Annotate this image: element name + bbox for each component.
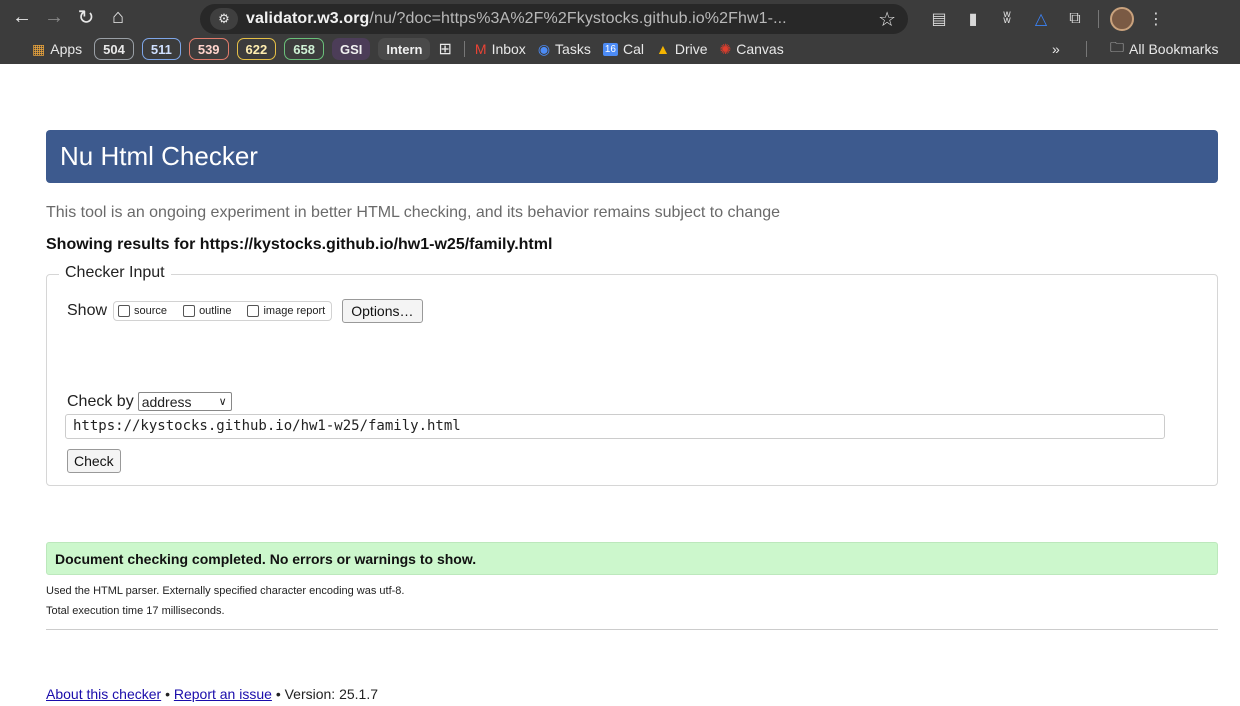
bookmark-apps-label: Apps bbox=[50, 41, 83, 57]
address-text[interactable]: validator.w3.org/nu/?doc=https%3A%2F%2Fk… bbox=[246, 10, 870, 28]
gmail-icon: M bbox=[474, 41, 487, 57]
extensions-puzzle-icon[interactable]: ⧉ bbox=[1058, 5, 1092, 33]
intro-text: This tool is an ongoing experiment in be… bbox=[46, 204, 781, 221]
outline-checkbox[interactable]: outline bbox=[183, 305, 231, 317]
reader-mode-icon[interactable]: ▤ bbox=[922, 5, 956, 33]
page-content: Nu Html Checker This tool is an ongoing … bbox=[46, 104, 1218, 702]
bookmark-apps[interactable]: ▦ Apps bbox=[32, 41, 82, 58]
extension-doc-icon[interactable]: ▮ bbox=[956, 5, 990, 33]
image-report-checkbox-box[interactable] bbox=[247, 305, 260, 317]
bookmark-inbox-label: Inbox bbox=[491, 41, 526, 57]
report-issue-link[interactable]: Report an issue bbox=[174, 686, 272, 702]
page-title: Nu Html Checker bbox=[46, 130, 1218, 183]
bookmarks-overflow[interactable]: » bbox=[1052, 41, 1060, 57]
canvas-icon: ✺ bbox=[719, 40, 732, 57]
toolbar: ← → ↻ ⌂ ⚙ validator.w3.org/nu/?doc=https… bbox=[0, 0, 1240, 34]
show-label: Show bbox=[67, 302, 108, 319]
extensions-area: ▤ ▮ ʬ △ ⧉ ⋮ bbox=[922, 4, 1173, 34]
check-by-row: Check by address ∨ bbox=[67, 392, 232, 411]
forward-button[interactable]: → bbox=[38, 1, 70, 33]
checker-input-fieldset: Checker Input Show source outline image … bbox=[46, 264, 1218, 486]
bookmark-511[interactable]: 511 bbox=[141, 38, 181, 60]
about-link[interactable]: About this checker bbox=[46, 686, 161, 702]
browser-chrome: ← → ↻ ⌂ ⚙ validator.w3.org/nu/?doc=https… bbox=[0, 0, 1240, 64]
check-by-label: Check by bbox=[67, 392, 134, 410]
bookmark-intern[interactable]: Intern bbox=[378, 38, 431, 60]
show-options-row: Show source outline image report Options… bbox=[67, 299, 423, 323]
outline-checkbox-label: outline bbox=[199, 305, 232, 317]
bookmark-canvas[interactable]: ✺ Canvas bbox=[720, 41, 784, 58]
all-bookmarks-label: All Bookmarks bbox=[1129, 41, 1219, 57]
bookmarks-bar: ▦ Apps 504 511 539 622 658 GSI Intern ⊞ … bbox=[0, 34, 1240, 64]
results-heading: Showing results for https://kystocks.git… bbox=[46, 236, 553, 253]
source-checkbox-label: source bbox=[134, 305, 168, 317]
url-input[interactable]: https://kystocks.github.io/hw1-w25/famil… bbox=[65, 414, 1165, 439]
folder-icon: 🗀 bbox=[1110, 39, 1124, 55]
check-button[interactable]: Check bbox=[67, 449, 121, 473]
show-options-group: source outline image report bbox=[113, 301, 333, 321]
bookmark-star-icon[interactable]: ☆ bbox=[878, 7, 896, 32]
checker-input-legend: Checker Input bbox=[59, 264, 171, 282]
image-report-checkbox-label: image report bbox=[263, 305, 326, 317]
home-button[interactable]: ⌂ bbox=[102, 1, 134, 33]
bookmark-tasks[interactable]: ◉ Tasks bbox=[538, 41, 591, 58]
source-checkbox[interactable]: source bbox=[118, 305, 167, 317]
bookmark-658[interactable]: 658 bbox=[284, 38, 324, 60]
options-button[interactable]: Options… bbox=[342, 299, 423, 323]
parser-note: Used the HTML parser. Externally specifi… bbox=[46, 585, 405, 597]
version-text: Version: 25.1.7 bbox=[284, 686, 379, 702]
menu-kebab-icon[interactable]: ⋮ bbox=[1139, 5, 1173, 33]
bookmark-539[interactable]: 539 bbox=[188, 38, 229, 60]
bookmark-drive-label: Drive bbox=[674, 41, 708, 57]
apps-grid-icon: ▦ bbox=[32, 40, 46, 57]
source-checkbox-box[interactable] bbox=[118, 305, 131, 317]
bookmark-grid[interactable]: ⊞ bbox=[438, 39, 451, 59]
address-bar[interactable]: ⚙ validator.w3.org/nu/?doc=https%3A%2F%2… bbox=[200, 4, 908, 34]
chevron-down-icon: ∨ bbox=[218, 396, 227, 408]
url-host: validator.w3.org bbox=[246, 10, 370, 27]
bookmark-all-bookmarks[interactable]: 🗀 All Bookmarks bbox=[1110, 37, 1218, 61]
check-by-select[interactable]: address ∨ bbox=[137, 392, 232, 411]
outline-checkbox-box[interactable] bbox=[183, 305, 196, 317]
overflow-chevron-icon: » bbox=[1052, 41, 1060, 57]
bookmark-gsi[interactable]: GSI bbox=[331, 38, 371, 60]
footer: About this checker • Report an issue • V… bbox=[46, 686, 1218, 702]
drive-icon: ▲ bbox=[655, 41, 670, 57]
grid-icon: ⊞ bbox=[438, 41, 452, 58]
result-success-banner: Document checking completed. No errors o… bbox=[46, 542, 1218, 575]
reload-button[interactable]: ↻ bbox=[70, 1, 102, 33]
calendar-icon: 16 bbox=[602, 42, 618, 56]
bookmark-504[interactable]: 504 bbox=[94, 38, 134, 60]
url-path: /nu/?doc=https%3A%2F%2Fkystocks.github.i… bbox=[369, 10, 787, 27]
extension-triangle-icon[interactable]: △ bbox=[1024, 5, 1058, 33]
image-report-checkbox[interactable]: image report bbox=[247, 305, 325, 317]
extension-w-icon[interactable]: ʬ bbox=[990, 5, 1024, 33]
back-button[interactable]: ← bbox=[6, 1, 38, 33]
bookmark-622[interactable]: 622 bbox=[236, 38, 277, 60]
bookmark-tasks-label: Tasks bbox=[555, 41, 591, 57]
divider bbox=[46, 629, 1218, 630]
bookmark-canvas-label: Canvas bbox=[736, 41, 784, 57]
bookmark-drive[interactable]: ▲ Drive bbox=[656, 41, 708, 57]
profile-avatar[interactable] bbox=[1105, 5, 1139, 33]
tasks-icon: ◉ bbox=[537, 40, 551, 57]
bookmarks-divider bbox=[463, 41, 465, 57]
bookmark-cal-label: Cal bbox=[622, 41, 644, 57]
bookmark-inbox[interactable]: M Inbox bbox=[475, 41, 526, 57]
bookmarks-divider-2 bbox=[1086, 41, 1087, 57]
footer-separator: • bbox=[165, 686, 170, 702]
execution-time: Total execution time 17 milliseconds. bbox=[46, 605, 225, 617]
footer-separator-2: • bbox=[275, 686, 281, 702]
check-by-value: address bbox=[141, 393, 192, 410]
toolbar-divider bbox=[1098, 10, 1099, 28]
site-info-icon[interactable]: ⚙ bbox=[210, 8, 238, 30]
bookmark-cal[interactable]: 16 Cal bbox=[602, 41, 644, 57]
avatar bbox=[1110, 7, 1134, 31]
